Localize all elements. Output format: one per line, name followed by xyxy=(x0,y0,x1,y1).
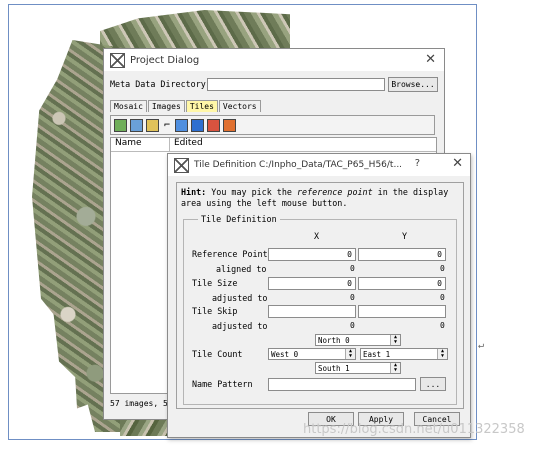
adjusted-to-x-value: 0 xyxy=(350,293,355,302)
column-name[interactable]: Name xyxy=(111,138,170,151)
adjusted-to-y-value: 0 xyxy=(440,293,445,302)
reference-point-label: Reference Point xyxy=(192,249,268,259)
import-tiles-icon[interactable] xyxy=(175,118,188,132)
west-spinner-value: West 0 xyxy=(271,349,299,359)
meta-data-label: Meta Data Directory xyxy=(110,79,206,89)
refresh-tiles-icon[interactable] xyxy=(223,118,236,132)
cursor-icon[interactable]: ⌐ xyxy=(162,119,172,131)
column-y-label: Y xyxy=(402,231,408,241)
reference-point-x-input[interactable]: 0 xyxy=(268,248,356,261)
tile-size-y-input[interactable]: 0 xyxy=(358,277,446,290)
app-icon xyxy=(110,52,125,68)
tile-skip-label: Tile Skip xyxy=(192,306,238,316)
spinner-arrows-icon[interactable]: ▲ ▼ xyxy=(390,335,400,345)
return-glyph: ↵ xyxy=(478,340,485,351)
project-tabs: Mosaic Images Tiles Vectors xyxy=(110,100,262,112)
reference-point-y-value: 0 xyxy=(437,250,442,259)
reference-point-y-input[interactable]: 0 xyxy=(358,248,446,261)
adjusted-to-y-value-2: 0 xyxy=(440,321,445,330)
aligned-to-y-value: 0 xyxy=(440,264,445,273)
project-dialog-title: Project Dialog xyxy=(130,54,200,66)
browse-button[interactable]: Browse... xyxy=(388,77,438,92)
east-spinner[interactable]: East 1 ▲ ▼ xyxy=(360,348,448,360)
east-spinner-value: East 1 xyxy=(363,349,391,359)
project-dialog-titlebar[interactable]: Project Dialog xyxy=(104,49,444,71)
tile-count-label: Tile Count xyxy=(192,349,243,359)
adjusted-to-x-value-2: 0 xyxy=(350,321,355,330)
aligned-to-x-value: 0 xyxy=(350,264,355,273)
delete-tile-icon[interactable] xyxy=(207,118,220,132)
south-spinner-value: South 1 xyxy=(318,363,350,373)
tile-definition-panel: Hint: You may pick the reference point i… xyxy=(176,182,464,409)
tab-mosaic[interactable]: Mosaic xyxy=(110,100,147,112)
tab-vectors[interactable]: Vectors xyxy=(218,100,261,112)
app-icon xyxy=(174,157,189,173)
tiles-toolbar: ⌐ xyxy=(110,115,435,135)
export-tiles-icon[interactable] xyxy=(191,118,204,132)
watermark-text: https://blog.csdn.net/u011322358 xyxy=(303,422,525,437)
spinner-arrows-icon[interactable]: ▲ ▼ xyxy=(437,349,447,359)
meta-data-directory-input[interactable] xyxy=(207,78,385,91)
tile-size-y-value: 0 xyxy=(437,279,442,288)
add-tile-icon[interactable] xyxy=(114,118,127,132)
group-title: Tile Definition xyxy=(198,214,280,224)
name-pattern-browse-button[interactable]: ... xyxy=(420,377,446,391)
tab-images[interactable]: Images xyxy=(147,100,185,112)
add-grid-icon[interactable] xyxy=(130,118,143,132)
close-icon[interactable]: ✕ xyxy=(452,156,463,171)
tile-size-label: Tile Size xyxy=(192,278,238,288)
name-pattern-label: Name Pattern xyxy=(192,379,253,389)
tab-tiles[interactable]: Tiles xyxy=(185,100,218,112)
tile-dialog-title: Tile Definition C:/Inpho_Data/TAC_P65_H5… xyxy=(194,160,403,170)
adjusted-to-label-2: adjusted to xyxy=(212,321,268,331)
hint-part-1: You may pick the xyxy=(206,187,297,197)
help-icon[interactable]: ? xyxy=(415,158,420,169)
list-header: Name Edited xyxy=(111,138,436,152)
tile-dialog-titlebar[interactable]: Tile Definition C:/Inpho_Data/TAC_P65_H5… xyxy=(168,154,470,176)
tile-skip-x-input[interactable] xyxy=(268,305,356,318)
north-spinner-value: North 0 xyxy=(318,335,350,345)
aligned-to-label: aligned to xyxy=(216,264,267,274)
tile-definition-dialog: Tile Definition C:/Inpho_Data/TAC_P65_H5… xyxy=(167,153,471,438)
adjusted-to-label: adjusted to xyxy=(212,293,268,303)
tile-definition-group: Tile Definition X Y Reference Point 0 0 … xyxy=(183,214,457,405)
spinner-arrows-icon[interactable]: ▲ ▼ xyxy=(390,363,400,373)
spinner-arrows-icon[interactable]: ▲ ▼ xyxy=(345,349,355,359)
west-spinner[interactable]: West 0 ▲ ▼ xyxy=(268,348,356,360)
tile-skip-y-input[interactable] xyxy=(358,305,446,318)
edit-tile-icon[interactable] xyxy=(146,118,159,132)
hint-text: Hint: You may pick the reference point i… xyxy=(181,187,457,209)
name-pattern-input[interactable] xyxy=(268,378,416,391)
column-x-label: X xyxy=(314,231,320,241)
close-icon[interactable]: ✕ xyxy=(425,52,436,67)
tile-size-x-input[interactable]: 0 xyxy=(268,277,356,290)
hint-emphasis: reference point xyxy=(296,187,373,197)
column-edited[interactable]: Edited xyxy=(170,138,374,151)
south-spinner[interactable]: South 1 ▲ ▼ xyxy=(315,362,401,374)
reference-point-x-value: 0 xyxy=(347,250,352,259)
tile-size-x-value: 0 xyxy=(347,279,352,288)
north-spinner[interactable]: North 0 ▲ ▼ xyxy=(315,334,401,346)
hint-label: Hint: xyxy=(181,187,207,197)
status-text: 57 images, 5 xyxy=(110,399,168,408)
